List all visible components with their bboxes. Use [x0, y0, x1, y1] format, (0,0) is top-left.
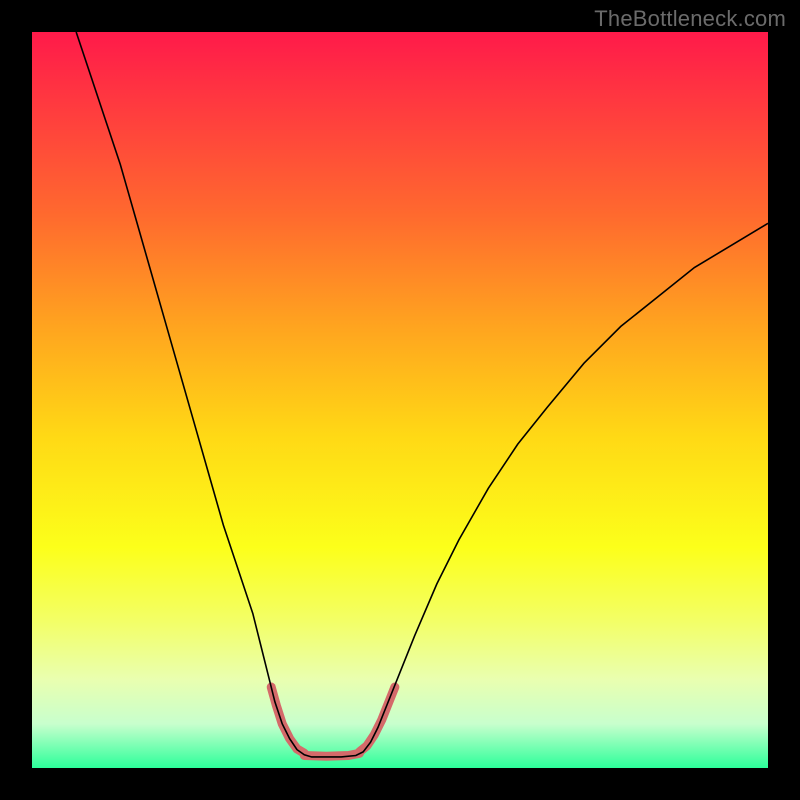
- chart-svg: [32, 32, 768, 768]
- chart-frame: TheBottleneck.com: [0, 0, 800, 800]
- plot-area: [32, 32, 768, 768]
- gradient-background: [32, 32, 768, 768]
- watermark-label: TheBottleneck.com: [594, 6, 786, 32]
